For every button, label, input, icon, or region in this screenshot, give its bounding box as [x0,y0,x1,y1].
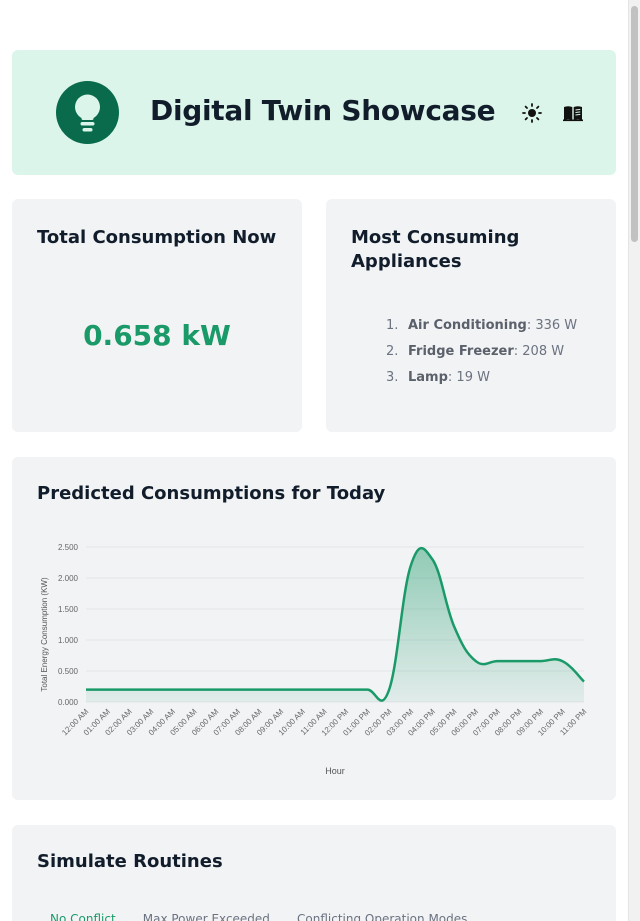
top-appliances-title-line1: Most Consuming [351,227,520,248]
simulate-routines-title: Simulate Routines [37,851,223,872]
appliances-list: 1. Air Conditioning: 336 W 2. Fridge Freez… [386,317,577,395]
list-item-value: : 19 W [447,370,490,385]
tab-conflicting-operation-modes[interactable]: Conflicting Operation Modes [297,912,467,921]
list-item-name: Lamp [408,370,448,385]
total-consumption-title: Total Consumption Now [37,227,277,248]
prediction-card: Predicted Consumptions for Today 0.000 0.… [12,457,616,800]
list-item: 1. Air Conditioning: 336 W [386,317,577,343]
tab-max-power-exceeded[interactable]: Max Power Exceeded [143,912,270,921]
simulate-routines-card: Simulate Routines No Conflict Max Power … [12,825,616,921]
scrollbar-thumb[interactable] [631,6,638,242]
list-item-value: : 208 W [513,344,565,359]
book-icon[interactable] [562,102,584,124]
list-item: 2. Fridge Freezer: 208 W [386,343,577,369]
y-tick-label: 0.000 [58,698,79,707]
list-item: 3. Lamp: 19 W [386,369,577,395]
y-tick-label: 1.000 [58,636,79,645]
top-appliances-card: Most Consuming Appliances 1. Air Conditio… [326,199,616,432]
page-scrollbar[interactable] [628,0,640,921]
list-item-rank: 2. [386,344,399,359]
lightbulb-icon [56,81,119,144]
y-tick-label: 2.500 [58,543,79,552]
list-item-rank: 3. [386,370,399,385]
tab-no-conflict[interactable]: No Conflict [50,912,116,921]
y-axis-label: Total Energy Consumption (KW) [40,577,49,692]
sun-icon[interactable] [521,102,543,124]
app-title: Digital Twin Showcase [150,94,496,127]
list-item-value: : 336 W [526,318,578,333]
y-tick-label: 0.500 [58,667,79,676]
list-item-name: Air Conditioning [408,318,527,333]
list-item-name: Fridge Freezer [408,344,514,359]
top-appliances-title-line2: Appliances [351,251,462,272]
y-tick-label: 2.000 [58,574,79,583]
total-consumption-card: Total Consumption Now 0.658 kW [12,199,302,432]
list-item-rank: 1. [386,318,399,333]
routine-tabs: No Conflict Max Power Exceeded Conflicti… [50,908,489,921]
app-header: Digital Twin Showcase [12,50,616,175]
prediction-chart: 0.0000.5001.0001.5002.0002.50012:00 AM01… [40,543,589,776]
series-area [86,548,584,702]
total-consumption-value: 0.658 kW [83,319,231,352]
x-axis-label: Hour [325,766,345,776]
y-tick-label: 1.500 [58,605,79,614]
